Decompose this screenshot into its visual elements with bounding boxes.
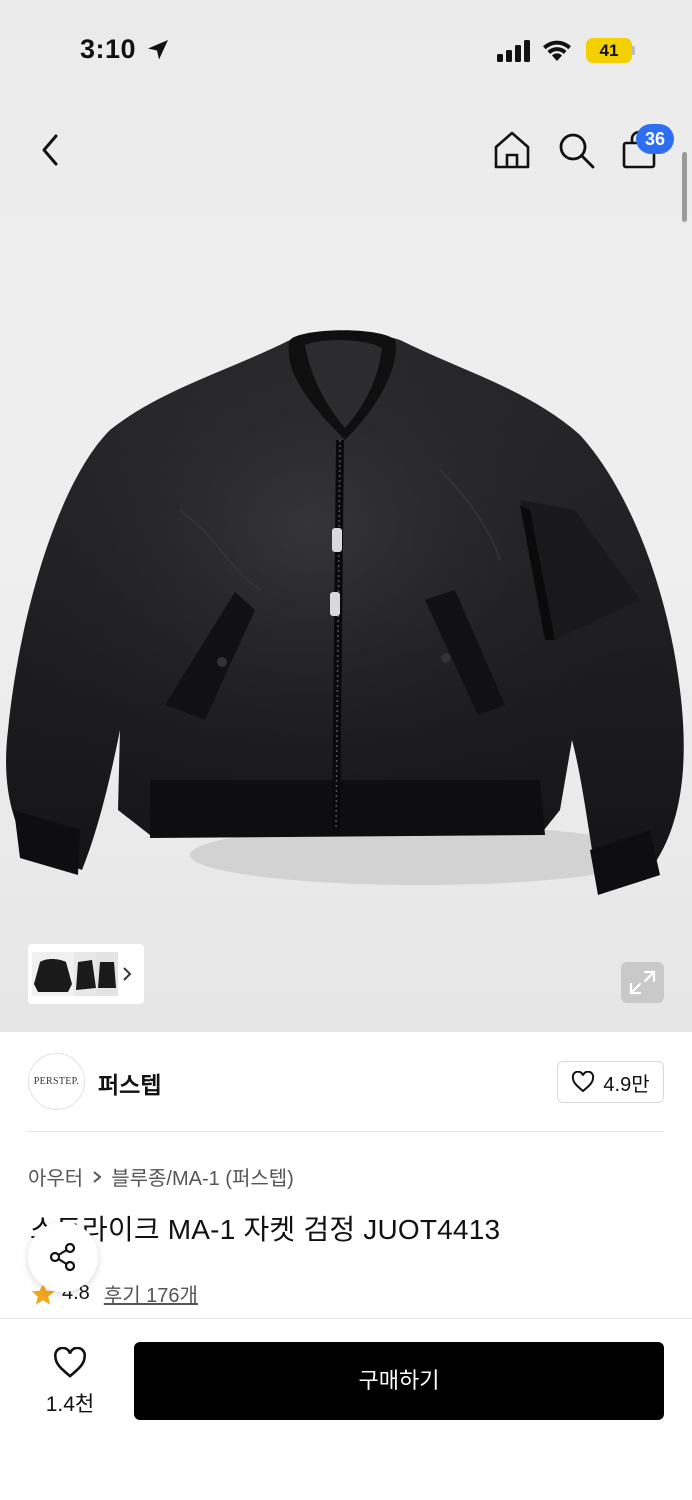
cart-count-badge: 36 [636, 124, 674, 154]
review-count-link[interactable]: 후기 176개 [104, 1279, 198, 1308]
share-button[interactable] [28, 1222, 98, 1292]
back-chevron-icon[interactable] [36, 132, 64, 168]
scroll-indicator [682, 152, 687, 222]
breadcrumb-category[interactable]: 아우터 [28, 1162, 83, 1191]
chevron-right-icon [93, 1170, 102, 1183]
cellular-signal-icon [497, 40, 530, 62]
brand-like-count: 4.9만 [603, 1073, 650, 1096]
wifi-icon [543, 40, 571, 61]
breadcrumb: 아우터 블루종/MA-1 (퍼스텝) [28, 1162, 294, 1191]
heart-outline-icon [53, 1346, 87, 1378]
status-time: 3:10 [80, 34, 137, 64]
favorite-count: 1.4천 [45, 1393, 95, 1416]
product-image[interactable] [0, 310, 692, 910]
section-divider [28, 1131, 664, 1132]
battery-cap [632, 46, 635, 55]
location-arrow-icon [148, 40, 168, 60]
expand-image-button[interactable] [621, 962, 664, 1003]
battery-indicator: 41 [586, 38, 632, 63]
search-icon[interactable] [556, 130, 596, 170]
thumbnail-images[interactable] [28, 944, 144, 1004]
share-icon [49, 1242, 76, 1272]
brand-like-button[interactable]: 4.9만 [557, 1061, 664, 1103]
buy-button[interactable]: 구매하기 [134, 1342, 664, 1420]
expand-icon [629, 970, 656, 995]
favorite-button[interactable]: 1.4천 [30, 1346, 110, 1418]
heart-outline-icon [572, 1071, 595, 1093]
brand-logo[interactable]: PERSTEP. [28, 1053, 85, 1110]
product-title: 스트라이크 MA-1 자켓 검정 JUOT4413 [30, 1214, 501, 1245]
home-icon[interactable] [492, 130, 532, 170]
thumbnail-strip[interactable] [28, 944, 144, 1004]
product-hero: 3:10 41 36 [0, 0, 692, 1032]
breadcrumb-subcategory[interactable]: 블루종/MA-1 (퍼스텝) [111, 1162, 294, 1191]
bottom-action-bar: 1.4천 구매하기 [0, 1318, 692, 1500]
brand-name[interactable]: 퍼스텝 [98, 1066, 161, 1100]
